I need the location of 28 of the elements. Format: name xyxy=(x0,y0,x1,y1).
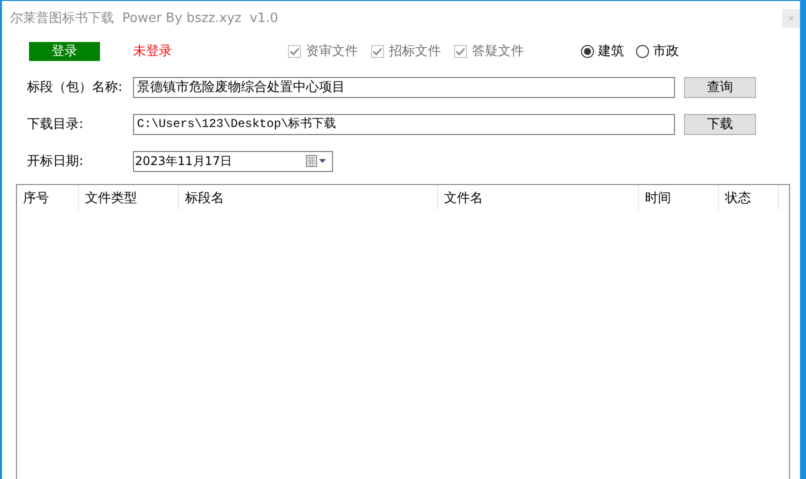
column-header[interactable]: 时间 xyxy=(639,185,719,210)
name-field[interactable]: 景德镇市危险废物综合处置中心项目 xyxy=(133,76,675,98)
checkmark-icon xyxy=(372,46,383,56)
column-header[interactable]: 标段名 xyxy=(179,185,438,210)
checkbox-label: 招标文件 xyxy=(389,43,441,60)
radio-button[interactable] xyxy=(581,44,594,58)
window-title: 尔莱普图标书下载 Power By bszz.xyz v1.0 xyxy=(10,10,278,27)
radio-label: 市政 xyxy=(653,43,679,60)
download-button[interactable]: 下载 xyxy=(684,114,756,134)
login-button[interactable]: 登录 xyxy=(29,42,100,60)
field-label: 标段（包）名称: xyxy=(27,79,124,96)
checkmark-icon xyxy=(455,46,466,56)
checkmark-icon xyxy=(289,46,300,56)
column-header[interactable]: 文件类型 xyxy=(79,185,179,210)
field-label: 下载目录: xyxy=(27,116,84,133)
query-button[interactable]: 查询 xyxy=(684,76,756,98)
login-status: 未登录 xyxy=(133,43,172,60)
checkbox-label: 答疑文件 xyxy=(472,43,524,60)
directory-field[interactable]: C:\Users\123\Desktop\标书下载 xyxy=(133,114,675,134)
radio-label: 建筑 xyxy=(598,43,624,60)
column-header[interactable]: 序号 xyxy=(17,185,79,210)
column-header[interactable]: 状态 xyxy=(719,185,779,210)
field-label: 开标日期: xyxy=(27,153,84,170)
checkbox-label: 资审文件 xyxy=(306,43,358,60)
date-picker[interactable]: 2023年11月17日 xyxy=(133,150,333,172)
calendar-dropdown-icon xyxy=(306,155,328,167)
radio-button[interactable] xyxy=(636,44,649,58)
column-header[interactable]: 文件名 xyxy=(438,185,639,210)
